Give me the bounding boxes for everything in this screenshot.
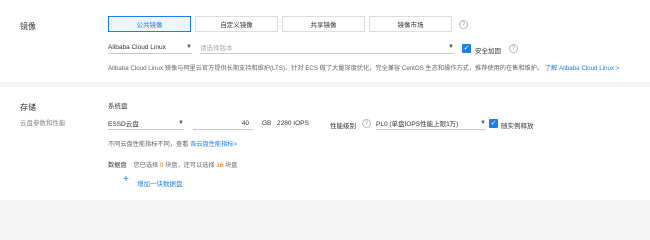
- tab-public-image[interactable]: 公共镜像: [108, 16, 191, 32]
- performance-spec-link[interactable]: 各云盘性能指标>: [190, 141, 237, 148]
- performance-help-icon[interactable]: ?: [362, 119, 371, 128]
- performance-hint-text: 不同云盘性能指标不同，查看: [108, 141, 189, 148]
- security-help-icon[interactable]: ?: [509, 44, 518, 53]
- tab-custom-image[interactable]: 自定义镜像: [195, 16, 278, 32]
- plus-icon[interactable]: +: [123, 174, 129, 185]
- tab-image-market[interactable]: 镜像市场: [369, 16, 452, 32]
- chevron-down-icon: ▼: [178, 120, 184, 126]
- disk-type-select[interactable]: ESSD云盘 ▼: [108, 117, 184, 130]
- performance-level-label: 性能级别: [330, 123, 356, 130]
- tab-shared-image[interactable]: 共享镜像: [282, 16, 365, 32]
- release-with-instance-label: 随实例释放: [501, 123, 534, 130]
- image-section-label: 镜像: [20, 22, 36, 31]
- os-select-value: Alibaba Cloud Linux: [108, 43, 166, 51]
- disk-size-unit: GB: [262, 120, 272, 127]
- chevron-down-icon: ▼: [448, 44, 454, 50]
- chevron-down-icon: ▼: [186, 44, 192, 50]
- storage-section-label: 存储: [20, 103, 36, 112]
- data-disk-remaining-count: 16: [216, 162, 224, 169]
- image-description: Alibaba Cloud Linux 镜像与阿里云官方提供长期支持和维护(LT…: [108, 63, 619, 72]
- disk-iops: 2280 IOPS: [277, 120, 309, 127]
- data-disk-selected-count: 0: [159, 162, 164, 169]
- performance-level-value: PL0 (单盘IOPS性能上限1万): [376, 121, 459, 128]
- data-disk-middle: 块盘，还可以选择: [165, 162, 215, 169]
- alibaba-linux-link[interactable]: 了解 Alibaba Cloud Linux >: [545, 65, 619, 72]
- os-select[interactable]: Alibaba Cloud Linux ▼: [108, 41, 192, 54]
- add-data-disk-button[interactable]: 增加一块数据盘: [137, 178, 183, 188]
- data-disk-suffix: 块盘: [224, 162, 238, 169]
- data-disk-prefix: 您已选择: [133, 162, 159, 169]
- storage-section-sub: 云盘参数和性能: [20, 120, 66, 127]
- data-disk-label: 数据盘: [108, 162, 127, 169]
- performance-level-select[interactable]: PL0 (单盘IOPS性能上限1万) ▼: [376, 117, 486, 130]
- release-with-instance-checkbox[interactable]: ✓: [489, 119, 498, 128]
- version-placeholder: 请选择版本: [200, 45, 233, 52]
- storage-panel: 存储 云盘参数和性能 系统盘 ESSD云盘 ▼ 40 GB 2280 IOPS …: [0, 87, 650, 200]
- image-help-icon[interactable]: ?: [459, 20, 468, 29]
- chevron-down-icon: ▼: [480, 120, 486, 126]
- disk-type-value: ESSD云盘: [108, 121, 139, 128]
- security-hardening-label: 安全加固: [475, 48, 501, 55]
- performance-hint: 不同云盘性能指标不同，查看 各云盘性能指标>: [108, 139, 237, 148]
- data-disk-row: 数据盘 您已选择 0 块盘，还可以选择 16 块盘: [108, 160, 237, 169]
- version-select[interactable]: 请选择版本 ▼: [200, 41, 454, 54]
- image-description-text: Alibaba Cloud Linux 镜像与阿里云官方提供长期支持和维护(LT…: [108, 65, 544, 72]
- disk-size-input[interactable]: 40: [193, 117, 253, 130]
- image-panel: 镜像 公共镜像 自定义镜像 共享镜像 镜像市场 ? Alibaba Cloud …: [0, 0, 650, 82]
- security-hardening-checkbox[interactable]: ✓: [462, 44, 471, 53]
- system-disk-label: 系统盘: [108, 103, 128, 110]
